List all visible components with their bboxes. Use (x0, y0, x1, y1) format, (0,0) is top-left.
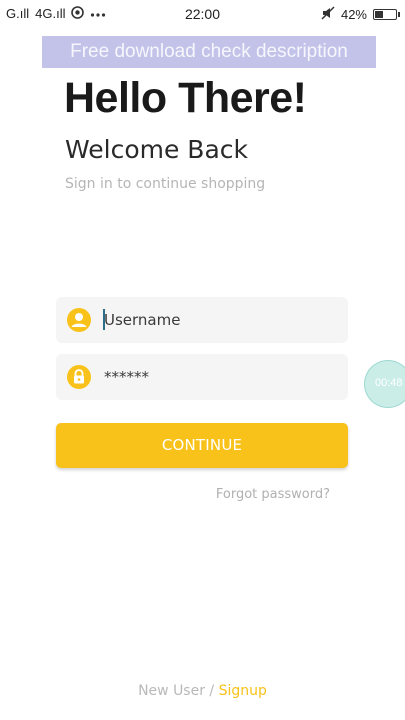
forgot-password-link[interactable]: Forgot password? (216, 487, 330, 502)
welcome-heading: Welcome Back (65, 135, 248, 164)
battery-fill (375, 10, 383, 18)
floating-timer-bubble[interactable]: 00:48 (364, 360, 405, 408)
lock-icon (67, 365, 91, 389)
mute-icon (321, 6, 335, 22)
battery-icon (373, 8, 400, 20)
user-icon (67, 308, 91, 332)
password-field[interactable] (56, 354, 348, 400)
status-bar: G.ıll 4G.ıll 22:00 42% (0, 0, 405, 28)
signin-tagline: Sign in to continue shopping (65, 176, 266, 192)
watermark-banner: Free download check description (42, 36, 376, 68)
new-user-label: New User (138, 683, 205, 699)
password-input[interactable] (104, 354, 334, 400)
status-right: 42% (321, 6, 400, 22)
footer-separator: / (204, 683, 219, 699)
signup-footer: New User / Signup (0, 683, 405, 699)
battery-percent: 42% (340, 6, 367, 22)
continue-button[interactable]: CONTINUE (56, 423, 348, 468)
signup-link[interactable]: Signup (219, 683, 267, 699)
username-input[interactable] (104, 297, 334, 343)
page-title: Hello There! (64, 74, 307, 122)
username-field[interactable] (56, 297, 348, 343)
